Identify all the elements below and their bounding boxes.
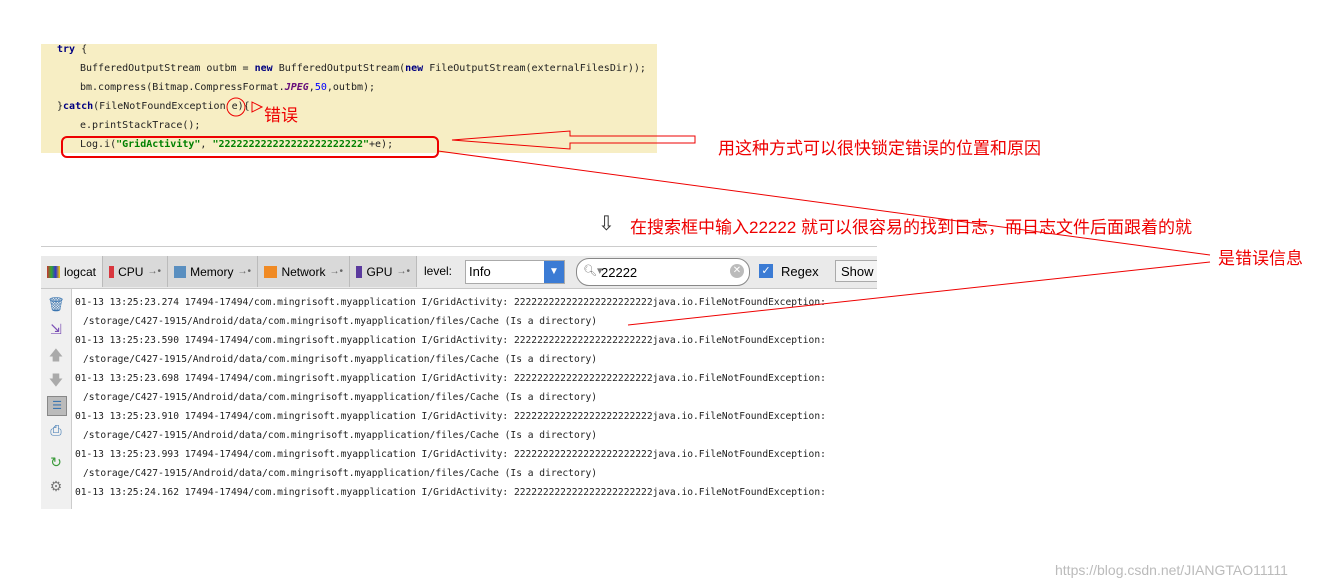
error-arrow bbox=[251, 101, 264, 113]
pointer-line-upper bbox=[437, 150, 1211, 256]
log-highlight-box bbox=[61, 136, 439, 158]
error-circle bbox=[226, 97, 246, 117]
pointer-line-lower bbox=[627, 261, 1211, 326]
watermark: https://blog.csdn.net/JIANGTAO11111 bbox=[1055, 562, 1288, 578]
annotation-overlay bbox=[61, 97, 1211, 326]
locate-arrow bbox=[451, 130, 696, 150]
